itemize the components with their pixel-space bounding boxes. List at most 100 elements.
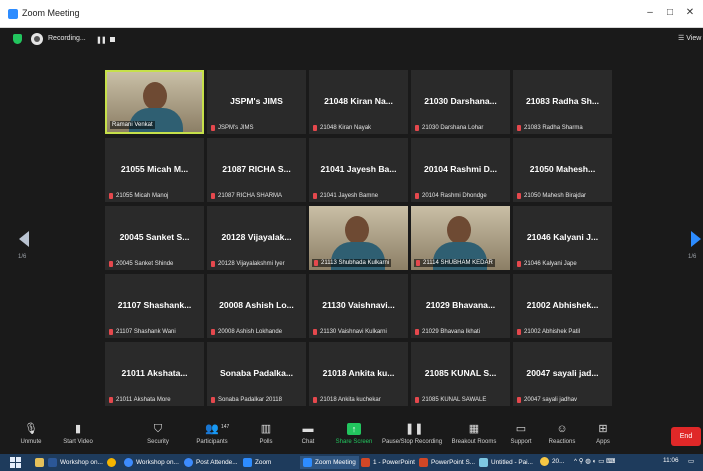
- participant-name: 20128 Vijayalak...: [221, 232, 292, 242]
- security-button[interactable]: ⛉ Security: [135, 421, 181, 451]
- support-button[interactable]: ▭ Support: [498, 421, 544, 451]
- participant-tile[interactable]: 21018 Ankita ku... 21018 Ankita kuchekar: [309, 342, 408, 406]
- zoom-icon: [243, 458, 252, 467]
- right-page-indicator: 1/6: [688, 254, 697, 260]
- participant-tile[interactable]: 21114 SHUBHAM KEDAR: [411, 206, 510, 270]
- view-button[interactable]: ☰ View: [678, 34, 701, 42]
- muted-microphone-icon: [517, 193, 521, 199]
- muted-microphone-icon: [415, 125, 419, 131]
- participant-label: 21029 Bhavana Ikhati: [415, 329, 480, 335]
- participant-tile[interactable]: 21002 Abhishek... 21002 Abhishek Patil: [513, 274, 612, 338]
- weather-widget[interactable]: 20...: [540, 457, 564, 466]
- muted-microphone-icon: [211, 329, 215, 335]
- pause-stop-recording-button[interactable]: ❚❚ Pause/Stop Recording: [382, 421, 442, 451]
- taskbar-item-workshop-1[interactable]: Workshop on...: [48, 456, 103, 469]
- unmute-button[interactable]: 🎙 Unmute: [8, 421, 54, 451]
- participant-tile[interactable]: 20008 Ashish Lo... 20008 Ashish Lokhande: [207, 274, 306, 338]
- zoom-icon: [303, 458, 312, 467]
- taskbar-item-zoom[interactable]: Zoom: [243, 456, 271, 469]
- participant-tile[interactable]: 21130 Vaishnavi... 21130 Vaishnavi Kulkar…: [309, 274, 408, 338]
- participant-label: JSPM's JIMS: [211, 125, 253, 131]
- share-screen-icon: ↑: [347, 423, 361, 435]
- participant-tile[interactable]: 21113 Shubhada Kulkarni: [309, 206, 408, 270]
- chat-button[interactable]: ▬ Chat: [285, 421, 331, 451]
- pause-stop-icon: ❚❚: [405, 423, 424, 435]
- participant-tile[interactable]: 21050 Mahesh... 21050 Mahesh Birajdar: [513, 138, 612, 202]
- muted-microphone-icon: [517, 329, 521, 335]
- participant-tile[interactable]: 21087 RICHA S... 21087 RICHA SHARMA: [207, 138, 306, 202]
- participant-tile[interactable]: 20104 Rashmi D... 20104 Rashmi Dhondge: [411, 138, 510, 202]
- participant-tile[interactable]: 21030 Darshana... 21030 Darshana Lohar: [411, 70, 510, 134]
- participant-tile[interactable]: 21048 Kiran Na... 21048 Kiran Nayak: [309, 70, 408, 134]
- muted-microphone-icon: [109, 193, 113, 199]
- taskbar-item-powerpoint-1[interactable]: 1 - PowerPoint: [361, 456, 415, 469]
- muted-microphone-icon: [517, 125, 521, 131]
- participant-tile[interactable]: 20047 sayali jad... 20047 sayali jadhav: [513, 342, 612, 406]
- participant-tile[interactable]: 21046 Kalyani J... 21046 Kalyani Jape: [513, 206, 612, 270]
- participant-label: 21085 KUNAL SAWALE: [415, 397, 486, 403]
- muted-microphone-icon: [211, 261, 215, 267]
- participant-tile[interactable]: 21011 Akshata... 21011 Akshata More: [105, 342, 204, 406]
- taskbar-item-post-attendee[interactable]: Post Attende...: [184, 456, 238, 469]
- participant-label: 21041 Jayesh Bamne: [313, 193, 378, 199]
- apps-icon: ⊞: [598, 423, 608, 435]
- taskbar-item-paint[interactable]: Untitled - Pai...: [479, 456, 533, 469]
- participant-tile[interactable]: Ramani Venkat: [105, 70, 204, 134]
- tray-icons[interactable]: ^ ⚲ ◍ ◐ ▭ ⌨: [574, 457, 615, 465]
- next-page-arrow-icon[interactable]: [691, 231, 701, 247]
- sun-icon: [540, 457, 549, 466]
- participant-label: Ramani Venkat: [110, 121, 155, 129]
- taskbar-item-workshop-2[interactable]: Workshop on...: [124, 456, 179, 469]
- windows-start-icon[interactable]: [10, 457, 21, 468]
- previous-page-arrow-icon[interactable]: [19, 231, 29, 247]
- polls-button[interactable]: ▥ Polls: [243, 421, 289, 451]
- stop-recording-icon[interactable]: [110, 37, 115, 42]
- taskbar-item-powerpoint-2[interactable]: PowerPoint S...: [419, 456, 475, 469]
- zoom-window: Zoom Meeting – □ ✕ Recording... ❚❚ ☰ Vie…: [0, 0, 703, 471]
- start-video-button[interactable]: ▮ Start Video: [55, 421, 101, 451]
- browser-icon: [124, 458, 133, 467]
- close-button[interactable]: ✕: [683, 7, 697, 18]
- muted-microphone-icon: [109, 329, 113, 335]
- minimize-button[interactable]: –: [643, 7, 657, 18]
- participant-tile[interactable]: 20128 Vijayalak... 20128 Vijayalakshmi Iy…: [207, 206, 306, 270]
- taskbar-chrome-icon[interactable]: [107, 456, 119, 469]
- apps-button[interactable]: ⊞ Apps: [580, 421, 626, 451]
- participant-tile[interactable]: 21083 Radha Sh... 21083 Radha Sharma: [513, 70, 612, 134]
- breakout-rooms-button[interactable]: ▦ Breakout Rooms: [448, 421, 500, 451]
- muted-microphone-icon: [517, 397, 521, 403]
- bar-chart-icon: ▥: [260, 423, 272, 435]
- maximize-button[interactable]: □: [663, 7, 677, 18]
- participant-tile[interactable]: 21029 Bhavana... 21029 Bhavana Ikhati: [411, 274, 510, 338]
- participant-tile[interactable]: JSPM's JIMS JSPM's JIMS: [207, 70, 306, 134]
- monitor-icon: ▭: [515, 423, 527, 435]
- participant-tile[interactable]: 21085 KUNAL S... 21085 KUNAL SAWALE: [411, 342, 510, 406]
- participant-label: 21046 Kalyani Jape: [517, 261, 577, 267]
- notification-icon[interactable]: ▭: [688, 457, 694, 465]
- shield-icon[interactable]: [13, 34, 22, 44]
- pause-recording-icon[interactable]: ❚❚: [96, 36, 107, 44]
- share-screen-button[interactable]: ↑ Share Screen: [331, 421, 377, 451]
- zoom-app-icon: [8, 9, 18, 19]
- muted-microphone-icon: [211, 193, 215, 199]
- participant-name: 21130 Vaishnavi...: [322, 300, 395, 310]
- taskbar-file-explorer-icon[interactable]: [35, 456, 47, 469]
- participant-tile[interactable]: Sonaba Padalka... Sonaba Padalkar 20118: [207, 342, 306, 406]
- recording-label: Recording...: [48, 35, 86, 42]
- participant-tile[interactable]: 21055 Micah M... 21055 Micah Manoj: [105, 138, 204, 202]
- muted-microphone-icon: [109, 397, 113, 403]
- participant-name: 20104 Rashmi D...: [423, 164, 498, 174]
- muted-microphone-icon: [211, 397, 215, 403]
- participant-label: 21113 Shubhada Kulkarni: [312, 259, 392, 267]
- taskbar-clock[interactable]: 11:06: [663, 457, 679, 464]
- reactions-button[interactable]: ☺ Reactions: [539, 421, 585, 451]
- participant-name: 21048 Kiran Na...: [324, 96, 393, 106]
- participant-name: 20008 Ashish Lo...: [219, 300, 294, 310]
- participant-name: 21085 KUNAL S...: [424, 368, 497, 378]
- end-meeting-button[interactable]: End: [671, 427, 701, 446]
- title-bar: Zoom Meeting – □ ✕: [0, 0, 703, 28]
- participant-tile[interactable]: 21041 Jayesh Ba... 21041 Jayesh Bamne: [309, 138, 408, 202]
- participant-tile[interactable]: 20045 Sanket S... 20045 Sanket Shinde: [105, 206, 204, 270]
- participant-tile[interactable]: 21107 Shashank... 21107 Shashank Wani: [105, 274, 204, 338]
- taskbar-item-zoom-meeting[interactable]: Zoom Meeting: [300, 456, 359, 469]
